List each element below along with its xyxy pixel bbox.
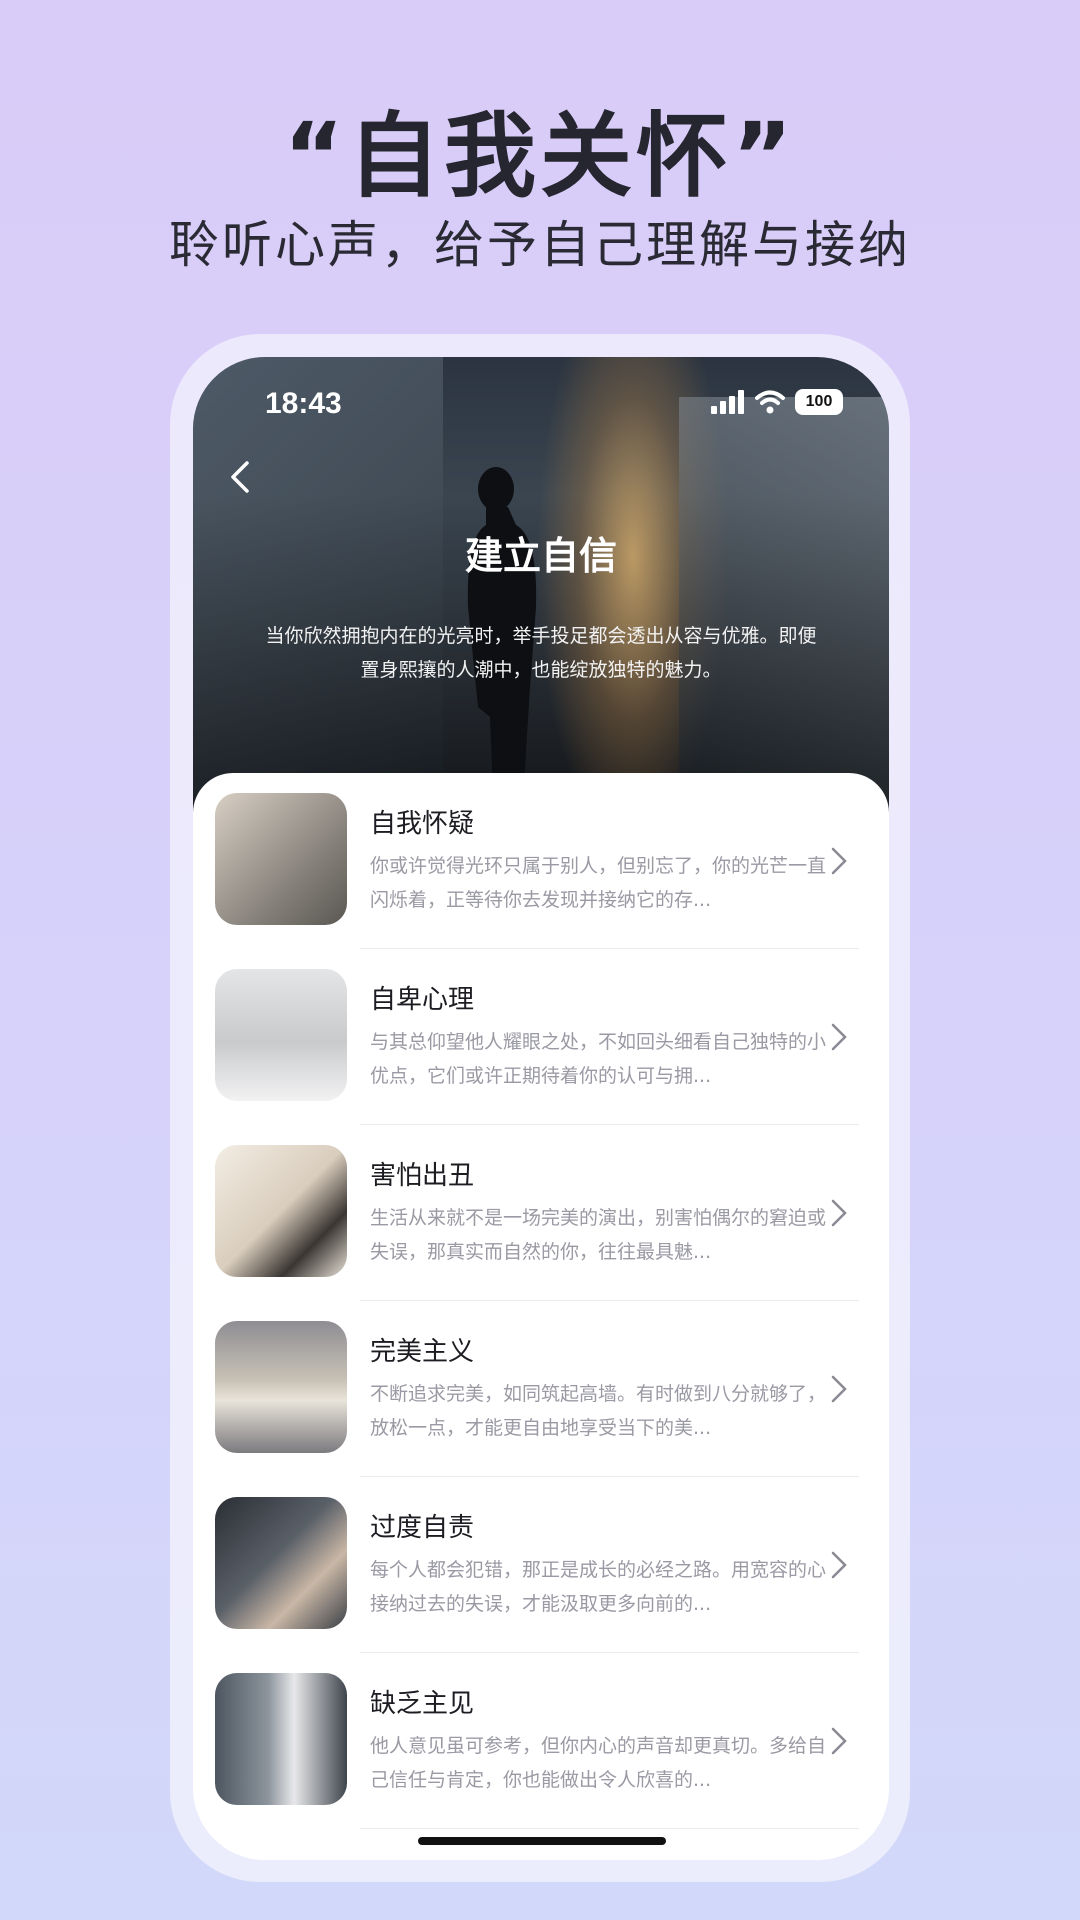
divider [360, 1828, 859, 1829]
item-title: 自卑心理 [370, 985, 475, 1015]
item-title: 过度自责 [370, 1513, 475, 1543]
status-time: 18:43 [265, 387, 342, 420]
item-description: 不断追求完美，如同筑起高墙。有时做到八分就够了，放松一点，才能更自由地享受当下的… [370, 1383, 827, 1439]
page-description: 当你欣然拥抱内在的光亮时，举手投足都会透出从容与优雅。即便置身熙攘的人潮中，也能… [265, 625, 817, 681]
list-item-perfectionism[interactable]: 完美主义 不断追求完美，如同筑起高墙。有时做到八分就够了，放松一点，才能更自由地… [193, 1301, 889, 1477]
status-icons: 100 [711, 389, 843, 415]
topic-list: 自我怀疑 你或许觉得光环只属于别人，但别忘了，你的光芒一直闪烁着，正等待你去发现… [193, 773, 889, 1860]
chevron-right-icon [831, 1551, 847, 1579]
item-title: 缺乏主见 [370, 1689, 475, 1719]
rock-wall-right [679, 397, 889, 817]
battery-icon: 100 [795, 389, 843, 415]
thumbnail-image [215, 1497, 347, 1629]
chevron-right-icon [831, 847, 847, 875]
chevron-right-icon [831, 1727, 847, 1755]
item-description: 生活从来就不是一场完美的演出，别害怕偶尔的窘迫或失误，那真实而自然的你，往往最具… [370, 1207, 827, 1263]
list-item-fear-of-embarrassment[interactable]: 害怕出丑 生活从来就不是一场完美的演出，别害怕偶尔的窘迫或失误，那真实而自然的你… [193, 1125, 889, 1301]
chevron-right-icon [831, 1375, 847, 1403]
item-title: 自我怀疑 [370, 809, 475, 839]
chevron-right-icon [831, 1199, 847, 1227]
promo-subtitle: 聆听心声，给予自己理解与接纳 [169, 216, 911, 274]
item-title: 害怕出丑 [370, 1161, 475, 1191]
rock-wall-left [193, 357, 443, 817]
item-title: 完美主义 [370, 1337, 475, 1367]
list-item-lack-of-opinion[interactable]: 缺乏主见 他人意见虽可参考，但你内心的声音却更真切。多给自己信任与肯定，你也能做… [193, 1653, 889, 1829]
chevron-right-icon [831, 1023, 847, 1051]
hero-banner: 18:43 100 建立自信 当你欣然拥抱内在的光亮时，举手投足都会透出从容与优… [193, 357, 889, 817]
promo-title: “自我关怀” [283, 103, 797, 210]
thumbnail-image [215, 969, 347, 1101]
thumbnail-image [215, 793, 347, 925]
item-description: 与其总仰望他人耀眼之处，不如回头细看自己独特的小优点，它们或许正期待着你的认可与… [370, 1031, 827, 1087]
list-item-self-doubt[interactable]: 自我怀疑 你或许觉得光环只属于别人，但别忘了，你的光芒一直闪烁着，正等待你去发现… [193, 773, 889, 949]
item-description: 你或许觉得光环只属于别人，但别忘了，你的光芒一直闪烁着，正等待你去发现并接纳它的… [370, 855, 827, 911]
wifi-icon [755, 390, 785, 414]
item-description: 每个人都会犯错，那正是成长的必经之路。用宽容的心接纳过去的失误，才能汲取更多向前… [370, 1559, 827, 1615]
signal-icon [711, 390, 744, 414]
thumbnail-image [215, 1321, 347, 1453]
back-button[interactable] [221, 457, 261, 497]
item-description: 他人意见虽可参考，但你内心的声音却更真切。多给自己信任与肯定，你也能做出令人欣喜… [370, 1735, 827, 1791]
thumbnail-image [215, 1673, 347, 1805]
list-item-inferiority[interactable]: 自卑心理 与其总仰望他人耀眼之处，不如回头细看自己独特的小优点，它们或许正期待着… [193, 949, 889, 1125]
thumbnail-image [215, 1145, 347, 1277]
home-indicator[interactable] [418, 1837, 666, 1845]
page-title: 建立自信 [464, 534, 617, 578]
list-item-excessive-self-blame[interactable]: 过度自责 每个人都会犯错，那正是成长的必经之路。用宽容的心接纳过去的失误，才能汲… [193, 1477, 889, 1653]
phone-screen: 18:43 100 建立自信 当你欣然拥抱内在的光亮时，举手投足都会透出从容与优… [193, 357, 889, 1860]
